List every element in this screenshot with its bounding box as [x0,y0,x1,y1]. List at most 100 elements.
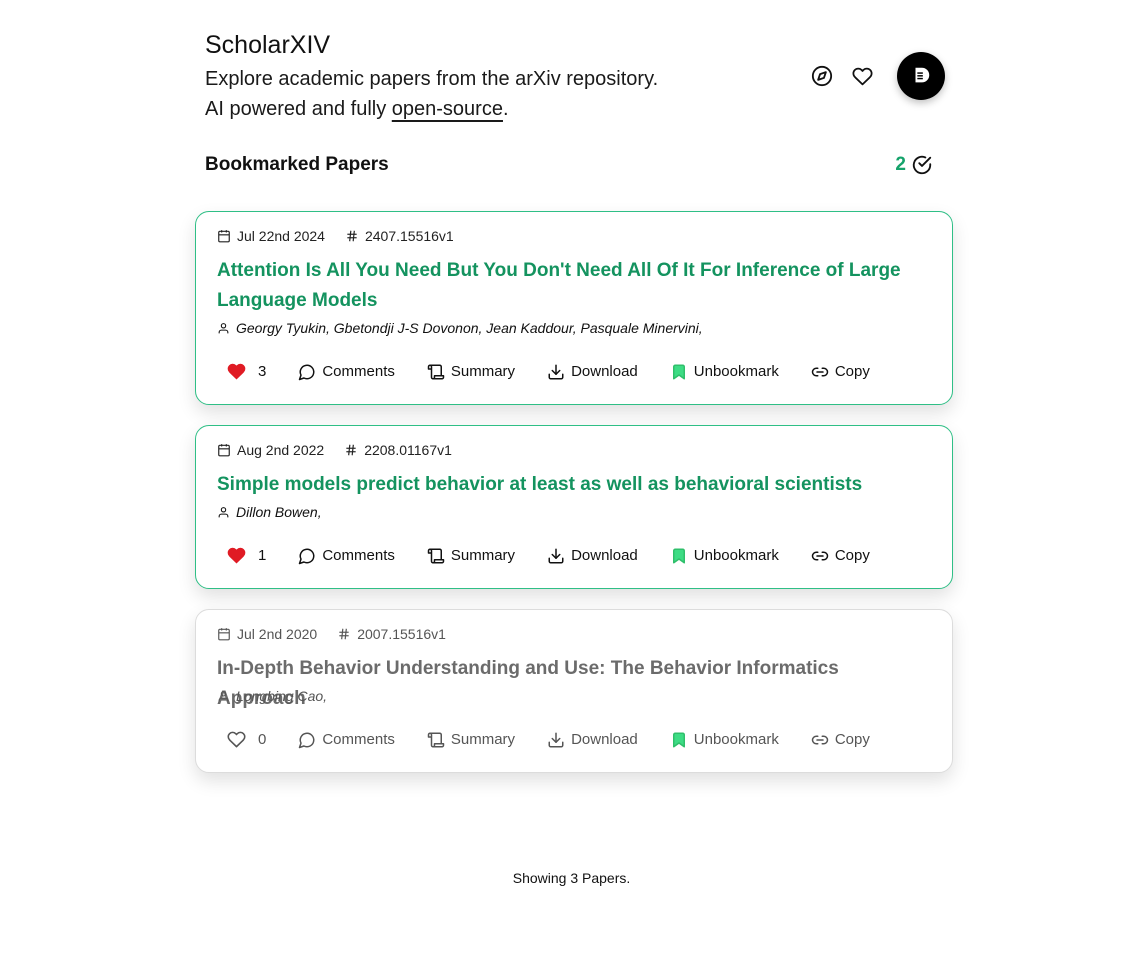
comments-label: Comments [322,731,395,748]
download-label: Download [571,363,638,380]
unbookmark-button[interactable]: Unbookmark [670,731,779,749]
paper-authors-text: Dillon Bowen, [236,504,322,520]
summary-label: Summary [450,547,516,564]
paper-id: 2007.15516v1 [337,626,446,642]
paper-title[interactable]: Simple models predict behavior at least … [217,470,932,500]
like-button[interactable]: 3 [227,362,266,381]
paper-id: 2208.01167v1 [344,442,452,458]
paper-meta: Jul 2nd 2020 2007.15516v1 [217,626,466,642]
summary-button[interactable]: Summary [427,731,515,749]
like-count: 1 [258,547,267,564]
like-button[interactable]: 0 [227,730,266,749]
comments-button[interactable]: Comments [298,731,395,749]
check-circle-icon [912,155,932,175]
section-title: Bookmarked Papers [205,154,389,175]
copy-button[interactable]: Copy [811,547,870,565]
scroll-icon [427,732,445,747]
open-source-link[interactable]: open-source [392,98,503,120]
user-icon [218,506,229,517]
summary-button[interactable]: Summary [427,363,515,381]
bookmark-icon [672,364,685,379]
comments-button[interactable]: Comments [298,363,395,381]
section-header: Bookmarked Papers 2 [205,154,933,176]
summary-label: Summary [450,363,516,380]
tagline-suffix: . [502,98,509,120]
paper-authors: Georgy Tyukin, Gbetondji J-S Dovonon, Je… [217,320,703,336]
comments-label: Comments [322,363,395,380]
paper-id-text: 2007.15516v1 [357,626,446,642]
paper-actions: 1 Comments Summary Download Unbookmark C… [227,546,902,565]
like-button[interactable]: 1 [227,546,266,565]
paper-date: Jul 2nd 2020 [217,626,317,642]
paper-date-text: Aug 2nd 2022 [237,442,325,458]
scroll-icon [427,364,445,379]
user-icon [218,322,229,333]
page: ScholarXIV Explore academic papers from … [0,0,1143,972]
download-button[interactable]: Download [547,363,638,381]
paper-authors-text: Georgy Tyukin, Gbetondji J-S Dovonon, Je… [236,320,703,336]
download-button[interactable]: Download [547,731,638,749]
paper-id-text: 2208.01167v1 [364,442,452,458]
paper-title[interactable]: In-Depth Behavior Understanding and Use:… [217,654,932,714]
comment-icon [299,548,315,564]
unbookmark-label: Unbookmark [693,731,779,748]
hash-icon [346,444,356,456]
paper-meta: Jul 22nd 2024 2407.15516v1 [217,228,474,244]
paper-date-text: Jul 2nd 2020 [237,626,318,642]
copy-button[interactable]: Copy [811,363,870,381]
header-actions [795,52,945,100]
calendar-icon [218,628,230,641]
paper-title[interactable]: Attention Is All You Need But You Don't … [217,256,932,316]
unbookmark-label: Unbookmark [693,363,779,380]
user-avatar[interactable] [897,52,945,100]
paper-authors-text: Longbing Cao, [236,688,328,704]
paper-actions: 3 Comments Summary Download Unbookmark C… [227,362,902,381]
comments-label: Comments [322,547,395,564]
bookmark-count-value: 2 [895,154,906,175]
heart-filled-icon [227,547,246,564]
calendar-icon [218,444,230,457]
copy-label: Copy [834,731,870,748]
paper-meta: Aug 2nd 2022 2208.01167v1 [217,442,472,458]
bookmark-icon [672,548,685,563]
link-icon [811,551,829,560]
download-label: Download [571,731,638,748]
header: ScholarXIV Explore academic papers from … [205,30,945,124]
heart-outline-icon [227,731,246,748]
link-icon [811,735,829,744]
like-count: 3 [258,363,267,380]
like-count: 0 [258,731,267,748]
copy-button[interactable]: Copy [811,731,870,749]
heart-icon[interactable] [849,63,875,89]
summary-label: Summary [450,731,516,748]
bookmark-icon [672,732,685,747]
heart-filled-icon [227,363,246,380]
comment-icon [299,364,315,380]
unbookmark-button[interactable]: Unbookmark [670,363,779,381]
paper-actions: 0 Comments Summary Download Unbookmark C… [227,730,902,749]
comments-button[interactable]: Comments [298,547,395,565]
hash-icon [347,230,357,242]
paper-card: Aug 2nd 2022 2208.01167v1 Simple models … [195,425,953,589]
download-icon [548,732,564,747]
user-icon [218,690,229,701]
unbookmark-button[interactable]: Unbookmark [670,547,779,565]
download-button[interactable]: Download [547,547,638,565]
hash-icon [339,628,349,640]
download-icon [548,548,564,563]
download-icon [548,364,564,379]
tagline-prefix: AI powered and fully [205,98,392,120]
comment-icon [299,732,315,748]
paper-id-text: 2407.15516v1 [364,228,454,244]
results-count: Showing 3 Papers. [512,870,631,886]
summary-button[interactable]: Summary [427,547,515,565]
paper-date: Jul 22nd 2024 [217,228,325,244]
download-label: Download [571,547,638,564]
copy-label: Copy [834,547,870,564]
paper-card: Jul 22nd 2024 2407.15516v1 Attention Is … [195,211,953,405]
unbookmark-label: Unbookmark [693,547,779,564]
compass-icon[interactable] [809,63,835,89]
link-icon [811,367,829,376]
paper-card: Jul 2nd 2020 2007.15516v1 In-Depth Behav… [195,609,953,773]
paper-authors: Dillon Bowen, [217,504,322,520]
